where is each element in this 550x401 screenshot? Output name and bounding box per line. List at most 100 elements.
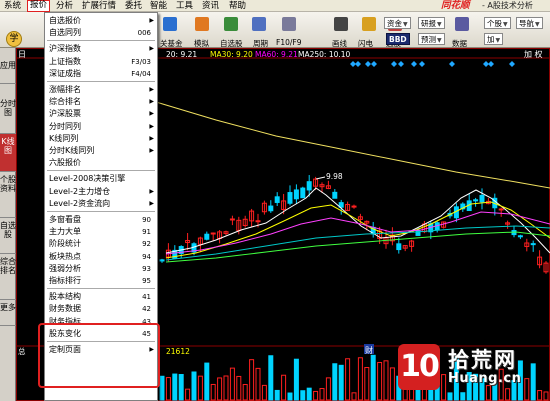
menu-item[interactable]: 沪深股票 ▶ bbox=[45, 108, 157, 120]
menu-item[interactable]: 强弱分析 93 bbox=[45, 263, 157, 275]
candle-body bbox=[210, 232, 216, 235]
tab-stock-info[interactable]: 个股资料 bbox=[0, 172, 16, 218]
menu-item[interactable]: 自选报价 ▶ bbox=[45, 15, 157, 27]
volume-bar bbox=[383, 360, 389, 401]
menu-item[interactable]: 分时K线同列 ▶ bbox=[45, 145, 157, 157]
data-icon[interactable] bbox=[455, 17, 469, 31]
finance-badge[interactable]: 财 bbox=[365, 345, 373, 355]
tab-ranking[interactable]: 综合排名 bbox=[0, 254, 16, 300]
nav-button[interactable]: 导航▼ bbox=[516, 17, 543, 29]
event-marker[interactable] bbox=[509, 61, 515, 67]
volume-bar bbox=[313, 390, 319, 401]
menu-item[interactable]: 分时同列 ▶ bbox=[45, 121, 157, 133]
menu-item[interactable]: 多窗看盘 90 bbox=[45, 214, 157, 226]
menu-extended[interactable]: 扩展行情 bbox=[80, 0, 118, 12]
volume-prefix: 总 bbox=[18, 346, 26, 356]
menu-item-label: Level-2资金流向 bbox=[49, 198, 111, 208]
volume-bar bbox=[530, 363, 536, 401]
f10-icon[interactable] bbox=[282, 17, 296, 31]
event-marker[interactable] bbox=[391, 61, 397, 67]
menu-analysis[interactable]: 分析 bbox=[54, 0, 75, 12]
volume-bar bbox=[217, 377, 223, 401]
event-marker[interactable] bbox=[355, 61, 361, 67]
event-marker[interactable] bbox=[488, 61, 494, 67]
hammer-icon[interactable] bbox=[195, 17, 209, 31]
menu-item[interactable]: 涨幅排名 ▶ bbox=[45, 84, 157, 96]
watchlist-icon[interactable] bbox=[224, 17, 238, 31]
stock-button[interactable]: 个股▼ bbox=[484, 17, 511, 29]
funds-button[interactable]: 资金▼ bbox=[384, 17, 411, 29]
menu-item[interactable]: 板块热点 94 bbox=[45, 251, 157, 263]
volume-bar bbox=[524, 378, 530, 401]
event-marker[interactable] bbox=[449, 61, 455, 67]
volume-bar bbox=[223, 375, 229, 401]
menu-item[interactable]: Level-2008决策引擎 bbox=[45, 173, 157, 185]
menu-separator bbox=[47, 211, 155, 213]
learn-icon[interactable]: 学 bbox=[6, 31, 22, 47]
candle-body bbox=[498, 208, 504, 211]
menu-item-label: 阶段统计 bbox=[49, 239, 81, 249]
menu-quote[interactable]: 报价 bbox=[27, 0, 51, 12]
event-marker[interactable] bbox=[419, 61, 425, 67]
tab-apps[interactable]: 应用 bbox=[0, 58, 16, 84]
menu-item[interactable]: 沪深指数 ▶ bbox=[45, 43, 157, 55]
menu-item[interactable]: 指标排行 95 bbox=[45, 275, 157, 287]
toolbar-label-f10[interactable]: F10/F9 bbox=[276, 38, 301, 47]
fund-icon[interactable] bbox=[163, 17, 177, 31]
menu-item[interactable]: 上证指数 F3/03 bbox=[45, 56, 157, 68]
event-marker[interactable] bbox=[365, 61, 371, 67]
tab-kline[interactable]: K线图 bbox=[0, 134, 16, 172]
peak-pointer bbox=[315, 176, 326, 180]
calendar-icon[interactable] bbox=[252, 17, 266, 31]
volume-bar bbox=[357, 357, 363, 401]
menu-item[interactable]: Level-2主力增仓 ▶ bbox=[45, 186, 157, 198]
menu-item[interactable]: 阶段统计 92 bbox=[45, 238, 157, 250]
menu-order[interactable]: 委托 bbox=[123, 0, 144, 12]
menu-item-shortcut: 42 bbox=[142, 305, 151, 314]
menu-item[interactable]: 股本结构 41 bbox=[45, 291, 157, 303]
volume-bar bbox=[242, 384, 248, 401]
bbd-button[interactable]: BBD bbox=[386, 33, 410, 45]
menu-tools[interactable]: 工具 bbox=[174, 0, 195, 12]
event-marker[interactable] bbox=[411, 61, 417, 67]
tab-watchlist[interactable]: 自选股 bbox=[0, 218, 16, 254]
draw-line-icon[interactable] bbox=[334, 17, 348, 31]
forecast-button[interactable]: 预测▼ bbox=[418, 33, 445, 45]
menu-help[interactable]: 帮助 bbox=[227, 0, 248, 12]
research-button[interactable]: 研报▼ bbox=[418, 17, 445, 29]
menu-item-label: 六股报价 bbox=[49, 158, 81, 168]
event-marker[interactable] bbox=[371, 61, 377, 67]
candle-body bbox=[268, 205, 274, 212]
candle-body bbox=[473, 199, 479, 202]
left-tab-strip: 应用 分时图 K线图 个股资料 自选股 综合排名 更多 bbox=[0, 48, 16, 401]
menu-item[interactable]: Level-2资金流向 ▶ bbox=[45, 198, 157, 210]
menu-item[interactable]: 主力大单 91 bbox=[45, 226, 157, 238]
event-marker[interactable] bbox=[398, 61, 404, 67]
menu-item-shortcut: 92 bbox=[142, 240, 151, 249]
chevron-down-icon: ▼ bbox=[495, 37, 501, 44]
menu-item[interactable]: K线同列 ▶ bbox=[45, 133, 157, 145]
tab-more[interactable]: 更多 bbox=[0, 300, 16, 326]
menu-system[interactable]: 系统 bbox=[2, 0, 23, 12]
menu-smart[interactable]: 智能 bbox=[148, 0, 169, 12]
volume-bar bbox=[505, 388, 511, 401]
ma-value-label: 20: 9.21 bbox=[166, 50, 197, 59]
menu-item[interactable]: 财务数据 42 bbox=[45, 303, 157, 315]
menu-item[interactable]: 自选同列 006 bbox=[45, 27, 157, 39]
menu-item[interactable]: 综合排名 ▶ bbox=[45, 96, 157, 108]
volume-bar bbox=[460, 392, 466, 401]
menu-item[interactable]: 深证成指 F4/04 bbox=[45, 68, 157, 80]
chevron-down-icon: ▼ bbox=[437, 37, 442, 44]
add-button[interactable]: 加▼ bbox=[484, 33, 504, 45]
volume-bar bbox=[332, 363, 338, 401]
tab-intraday[interactable]: 分时图 bbox=[0, 96, 16, 134]
volume-bar bbox=[249, 359, 255, 401]
watermark-logo: 10 bbox=[398, 344, 440, 390]
menu-item[interactable]: 六股报价 bbox=[45, 157, 157, 169]
weight-toggle[interactable]: 加 权 bbox=[524, 49, 543, 59]
lightning-icon[interactable] bbox=[362, 17, 376, 31]
menu-news[interactable]: 资讯 bbox=[200, 0, 221, 12]
menu-item-label: 财务数据 bbox=[49, 304, 81, 314]
volume-bar bbox=[165, 377, 171, 401]
menu-separator bbox=[47, 40, 155, 43]
